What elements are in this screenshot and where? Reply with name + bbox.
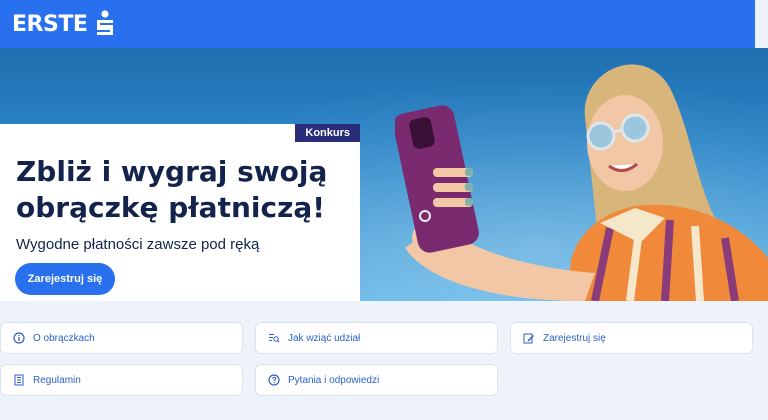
logo-text: ERSTE [12,11,88,37]
erste-logo[interactable]: ERSTE [12,10,115,38]
page-title: Zbliż i wygraj swoją obrączkę płatniczą! [16,155,328,224]
page-subtitle: Wygodne płatności zawsze pod ręką [16,236,260,253]
promo-card: Konkurs Zbliż i wygraj swoją obrączkę pł… [0,124,360,301]
link-faq[interactable]: Pytania i odpowiedzi [255,364,498,396]
link-how-to-participate[interactable]: Jak wziąć udział [255,322,498,354]
link-register[interactable]: Zarejestruj się [510,322,753,354]
link-terms[interactable]: Regulamin [0,364,243,396]
hero-photo-woman-with-phone [393,48,768,302]
link-label: Zarejestruj się [543,332,606,344]
link-label: O obrączkach [33,332,95,344]
info-icon [13,332,25,344]
sparkasse-s-icon [97,10,114,35]
contest-badge: Konkurs [295,124,360,142]
document-icon [14,374,24,386]
link-label: Regulamin [33,374,81,386]
link-about-rings[interactable]: O obrączkach [0,322,243,354]
link-label: Pytania i odpowiedzi [288,374,380,386]
top-navigation-bar: ERSTE [0,0,755,48]
edit-icon [523,333,534,344]
question-icon [268,374,280,386]
search-list-icon [269,334,280,343]
register-button[interactable]: Zarejestruj się [15,263,115,295]
link-label: Jak wziąć udział [288,332,361,344]
